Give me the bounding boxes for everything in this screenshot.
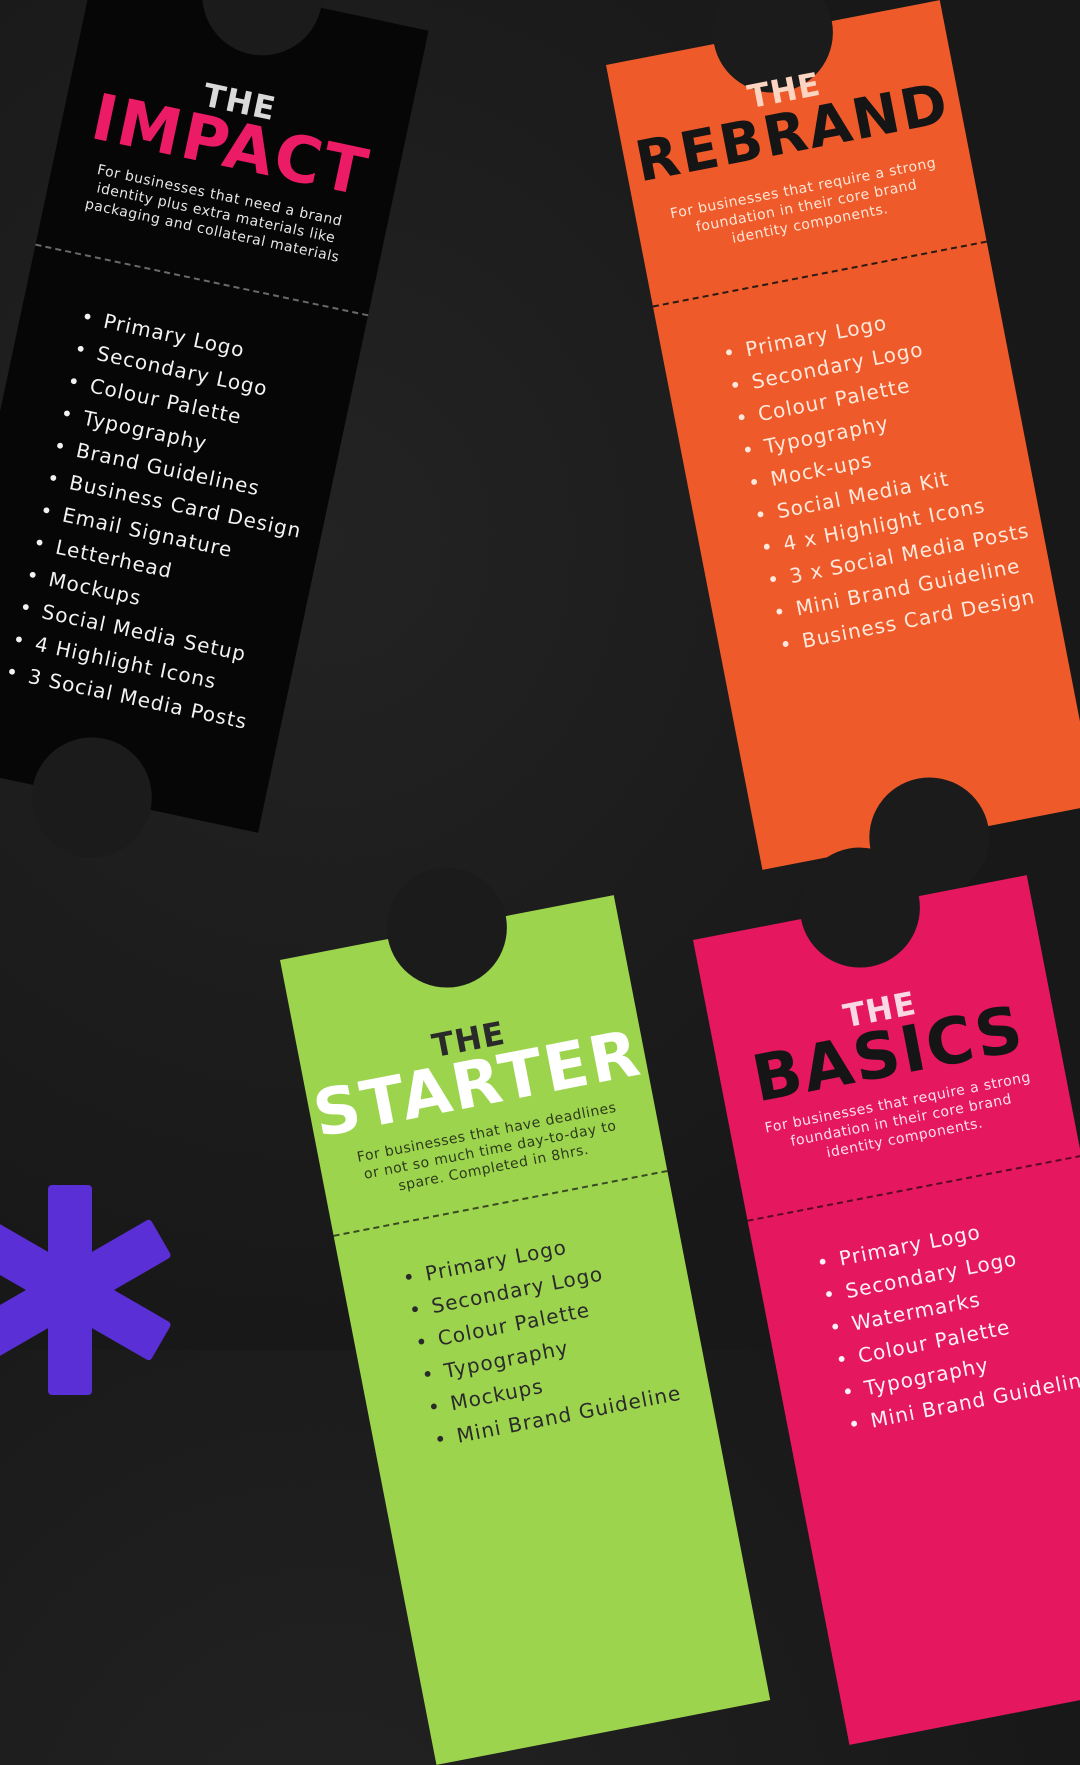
bullet-icon: •	[31, 530, 49, 557]
bullet-icon: •	[765, 566, 783, 593]
bullet-icon: •	[38, 497, 56, 524]
feature-list: • Primary Logo • Secondary Logo • Watermarks •…	[814, 1196, 1080, 1442]
bullet-icon: •	[79, 304, 97, 331]
bullet-icon: •	[3, 659, 22, 686]
bullet-icon: •	[24, 562, 42, 589]
bullet-icon: •	[846, 1411, 864, 1438]
bullet-icon: •	[51, 433, 70, 460]
bullet-icon: •	[44, 465, 63, 492]
feature-list: • Primary Logo • Secondary Logo • Colour Pale…	[720, 287, 1048, 662]
bullet-icon: •	[419, 1361, 437, 1388]
bullet-icon: •	[10, 626, 29, 653]
bullet-icon: •	[72, 336, 90, 363]
ticket-starter: THE STARTER For businesses that have dea…	[280, 857, 771, 1765]
feature-list: • Primary Logo • Secondary Logo • Colour Pale…	[3, 300, 349, 743]
ticket-notch-bottom	[20, 726, 163, 869]
bullet-icon: •	[752, 501, 770, 528]
bullet-icon: •	[58, 400, 77, 428]
bullet-icon: •	[777, 631, 795, 658]
bullet-icon: •	[65, 368, 84, 395]
bullet-icon: •	[407, 1296, 425, 1323]
bullet-icon: •	[820, 1281, 839, 1308]
bullet-icon: •	[839, 1378, 858, 1405]
bullet-icon: •	[400, 1264, 418, 1291]
ticket-notch-top	[376, 857, 518, 998]
bullet-icon: •	[771, 598, 789, 625]
bullet-icon: •	[733, 404, 751, 431]
bullet-icon: •	[432, 1426, 450, 1453]
bullet-icon: •	[720, 339, 739, 366]
bullet-icon: •	[739, 436, 758, 463]
feature-list: • Primary Logo • Secondary Logo • Colour Pale…	[400, 1211, 703, 1457]
bullet-icon: •	[425, 1393, 444, 1420]
bullet-icon: •	[413, 1328, 431, 1355]
asterisk-icon	[0, 1185, 171, 1395]
ticket-rebrand: THE REBRAND For businesses that require …	[606, 0, 1080, 908]
bullet-icon: •	[827, 1313, 845, 1340]
bullet-icon: •	[746, 469, 764, 496]
ticket-notch-top	[191, 0, 334, 67]
bullet-icon: •	[727, 372, 745, 399]
bullet-icon: •	[758, 534, 776, 561]
bullet-icon: •	[833, 1346, 851, 1373]
bullet-icon: •	[17, 594, 35, 621]
bullet-icon: •	[814, 1249, 832, 1276]
ticket-impact: THE IMPACT For businesses that need a br…	[0, 0, 429, 869]
